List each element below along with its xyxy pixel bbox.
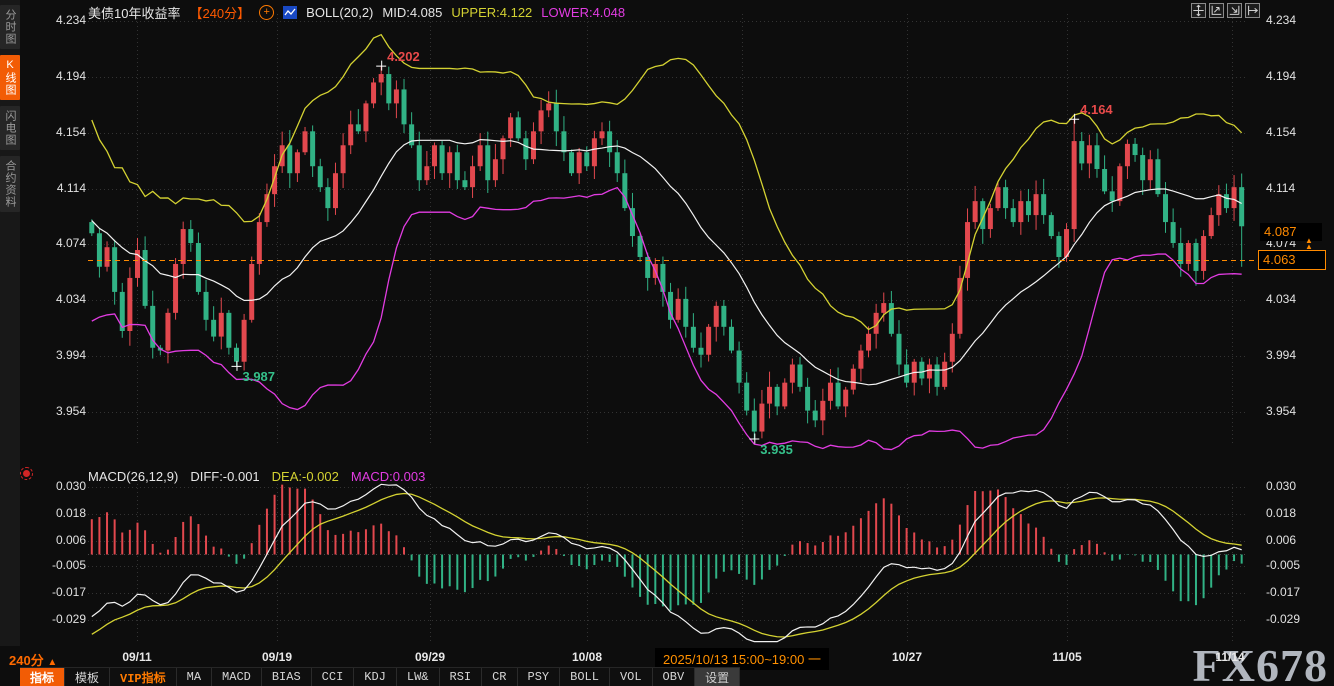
price-axis-label-right: 3.994 (1266, 348, 1296, 362)
toolbar-button-VIP指标[interactable]: VIP指标 (110, 668, 177, 686)
instrument-title: 美债10年收益率 (88, 3, 180, 22)
macd-axis-label-left: -0.017 (50, 585, 86, 599)
price-axis-label-left: 4.234 (50, 13, 86, 27)
macd-header: MACD(26,12,9) DIFF:-0.001 DEA:-0.002 MAC… (88, 469, 425, 484)
boll-params-label: BOLL(20,2) (306, 5, 373, 20)
price-axis-label-right: 4.154 (1266, 125, 1296, 139)
boll-mid-value: MID:4.085 (382, 5, 442, 20)
macd-diff-value: DIFF:-0.001 (190, 469, 259, 484)
macd-axis-label-right: -0.029 (1266, 612, 1300, 626)
toolbar-button-BOLL[interactable]: BOLL (560, 668, 610, 686)
chart-toolbox (1191, 3, 1260, 18)
period-label: 【240分】 (189, 3, 250, 22)
high-price-annotation-2: 4.164 (1080, 102, 1113, 117)
date-axis-label: 10/27 (892, 650, 922, 664)
toolbar-button-CCI[interactable]: CCI (312, 668, 355, 686)
date-axis-label: 10/08 (572, 650, 602, 664)
macd-axis-label-left: -0.029 (50, 612, 86, 626)
boll-indicator-icon[interactable] (283, 6, 297, 19)
macd-params-label: MACD(26,12,9) (88, 469, 178, 484)
sidebar-item-4[interactable]: 合约资料 (0, 156, 20, 212)
sidebar-item-3[interactable]: 闪电图 (0, 106, 20, 150)
toolbar-button-RSI[interactable]: RSI (440, 668, 483, 686)
price-axis-label-left: 3.954 (50, 404, 86, 418)
toolbar-button-MA[interactable]: MA (177, 668, 212, 686)
toolbar-button-指标[interactable]: 指标 (20, 668, 65, 686)
toolbar-button-模板[interactable]: 模板 (65, 668, 110, 686)
price-axis-label-left: 4.114 (50, 181, 86, 195)
date-axis-label: 09/11 (122, 650, 151, 664)
watermark: FX678 (1193, 639, 1328, 686)
price-axis-label-right: 4.034 (1266, 292, 1296, 306)
price-axis-label-left: 4.034 (50, 292, 86, 306)
price-axis-label-left: 4.074 (50, 236, 86, 250)
macd-axis-label-right: 0.006 (1266, 533, 1296, 547)
date-axis-label: 11/14 (1215, 650, 1244, 664)
price-axis-label-right: 4.194 (1266, 69, 1296, 83)
indicator-toolbar: 指标模板VIP指标MAMACDBIASCCIKDJLW&RSICRPSYBOLL… (20, 667, 740, 686)
price-axis-label-right: 4.114 (1266, 181, 1295, 195)
macd-axis-label-left: -0.005 (50, 558, 86, 572)
toolbar-button-CR[interactable]: CR (482, 668, 517, 686)
date-axis-label: 11/05 (1052, 650, 1081, 664)
chart-header: 美债10年收益率 【240分】 + BOLL(20,2) MID:4.085 U… (88, 3, 625, 22)
toolbar-button-VOL[interactable]: VOL (610, 668, 653, 686)
macd-dea-value: DEA:-0.002 (272, 469, 339, 484)
price-axis-label-left: 3.994 (50, 348, 86, 362)
date-axis-label: 09/19 (262, 650, 292, 664)
price-axis-label-right: 4.234 (1266, 13, 1296, 27)
toolbar-button-PSY[interactable]: PSY (518, 668, 561, 686)
fit-x-axis-icon[interactable] (1209, 3, 1224, 18)
macd-axis-label-left: 0.030 (50, 479, 86, 493)
price-axis-label-left: 4.194 (50, 69, 86, 83)
macd-axis-label-left: 0.006 (50, 533, 86, 547)
toolbar-button-LW&[interactable]: LW& (397, 668, 440, 686)
fit-y-axis-icon[interactable] (1227, 3, 1242, 18)
pan-right-icon[interactable] (1245, 3, 1260, 18)
macd-axis-label-right: -0.005 (1266, 558, 1300, 572)
trading-app-window: 分时图 K线图闪电图合约资料 美债10年收益率 【240分】 + BOLL(20,… (0, 0, 1334, 686)
high-price-annotation: 4.202 (387, 49, 420, 64)
sidebar-item-2[interactable]: K线图 (0, 55, 20, 100)
toolbar-button-MACD[interactable]: MACD (212, 668, 262, 686)
toolbar-button-设置[interactable]: 设置 (695, 668, 740, 686)
kline-chart-canvas[interactable] (0, 0, 1334, 686)
price-axis-label-right: 3.954 (1266, 404, 1296, 418)
toolbar-button-BIAS[interactable]: BIAS (262, 668, 312, 686)
add-indicator-icon[interactable]: + (259, 5, 274, 20)
macd-axis-label-right: -0.017 (1266, 585, 1300, 599)
price-axis-label-left: 4.154 (50, 125, 86, 139)
low-price-annotation-2: 3.935 (760, 442, 793, 457)
macd-axis-label-left: 0.018 (50, 506, 86, 520)
boll-upper-value: UPPER:4.122 (451, 5, 532, 20)
toolbar-button-KDJ[interactable]: KDJ (354, 668, 397, 686)
sidebar-item-1[interactable]: 分时图 (0, 5, 20, 49)
price-up-arrow-icon: ▲▲ (1302, 238, 1316, 250)
low-price-annotation: 3.987 (242, 369, 275, 384)
date-axis-label: 09/29 (415, 650, 445, 664)
period-selector-label: 240分 (9, 653, 44, 668)
macd-axis-label-right: 0.018 (1266, 506, 1296, 520)
boll-lower-value: LOWER:4.048 (541, 5, 625, 20)
toolbar-button-OBV[interactable]: OBV (653, 668, 696, 686)
macd-axis-label-right: 0.030 (1266, 479, 1296, 493)
move-crosshair-icon[interactable] (1191, 3, 1206, 18)
macd-pane-icon[interactable] (23, 470, 30, 477)
macd-macd-value: MACD:0.003 (351, 469, 425, 484)
sidebar: 分时图 K线图闪电图合约资料 (0, 0, 20, 646)
prev-close-tag: 4.063 (1258, 250, 1326, 270)
